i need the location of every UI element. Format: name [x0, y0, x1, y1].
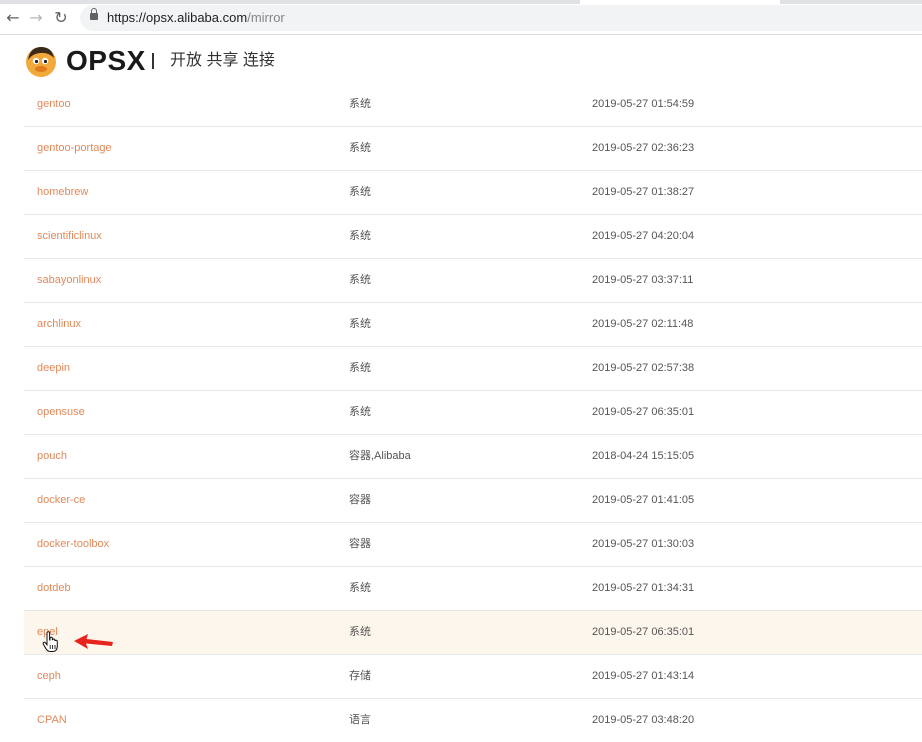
table-row-hovered: epel 系统 2019-05-27 06:35:01 [24, 611, 922, 655]
mirror-updated: 2019-05-27 01:43:14 [592, 670, 695, 682]
forward-arrow-icon[interactable]: → [27, 9, 45, 27]
mirror-type: 容器 [349, 494, 371, 506]
mirror-updated: 2019-05-27 01:34:31 [592, 582, 695, 594]
mirror-link[interactable]: CPAN [37, 699, 67, 742]
mirror-updated: 2019-05-27 01:38:27 [592, 186, 695, 198]
mirror-link[interactable]: opensuse [37, 391, 85, 434]
table-row: docker-ce 容器 2019-05-27 01:41:05 [24, 479, 922, 523]
mirror-updated: 2019-05-27 02:36:23 [592, 142, 695, 154]
mirror-updated: 2019-05-27 06:35:01 [592, 626, 695, 638]
address-bar[interactable]: https://opsx.alibaba.com/mirror [80, 5, 922, 31]
mirror-updated: 2019-05-27 01:30:03 [592, 538, 695, 550]
table-row: dotdeb 系统 2019-05-27 01:34:31 [24, 567, 922, 611]
mirror-updated: 2019-05-27 03:37:11 [592, 274, 694, 286]
table-row: gentoo-portage 系统 2019-05-27 02:36:23 [24, 127, 922, 171]
red-arrow-annotation-icon [74, 634, 113, 649]
logo-divider [152, 53, 154, 69]
mirror-link[interactable]: homebrew [37, 171, 88, 214]
mirror-updated: 2019-05-27 03:48:20 [592, 714, 695, 726]
table-row: deepin 系统 2019-05-27 02:57:38 [24, 347, 922, 391]
logo-text[interactable]: OPSX [66, 45, 146, 77]
table-row: ceph 存储 2019-05-27 01:43:14 [24, 655, 922, 699]
mirror-updated: 2019-05-27 06:35:01 [592, 406, 695, 418]
mirror-link[interactable]: gentoo-portage [37, 127, 112, 170]
mirror-type: 系统 [349, 98, 371, 110]
url-host: https://opsx.alibaba.com [107, 10, 248, 25]
browser-toolbar: ← → ↻ https://opsx.alibaba.com/mirror [0, 0, 922, 35]
mirror-updated: 2019-05-27 04:20:04 [592, 230, 695, 242]
table-row: opensuse 系统 2019-05-27 06:35:01 [24, 391, 922, 435]
mirror-type: 系统 [349, 626, 371, 638]
back-arrow-icon[interactable]: ← [4, 9, 22, 27]
mirror-type: 容器 [349, 538, 371, 550]
lock-icon [90, 8, 98, 20]
mirror-link[interactable]: archlinux [37, 303, 81, 346]
mirror-type: 系统 [349, 274, 371, 286]
url-path: /mirror [247, 10, 285, 25]
mirror-type: 系统 [349, 230, 371, 242]
mirror-updated: 2019-05-27 01:54:59 [592, 98, 695, 110]
hand-cursor-icon [42, 631, 58, 652]
mirror-link[interactable]: dotdeb [37, 567, 71, 610]
url-text[interactable]: https://opsx.alibaba.com/mirror [107, 10, 285, 25]
site-header: OPSX 开放 共享 连接 [0, 35, 922, 87]
mirror-updated: 2019-05-27 01:41:05 [592, 494, 695, 506]
table-row: archlinux 系统 2019-05-27 02:11:48 [24, 303, 922, 347]
mirror-link[interactable]: docker-ce [37, 479, 85, 522]
table-row: homebrew 系统 2019-05-27 01:38:27 [24, 171, 922, 215]
mirror-link[interactable]: pouch [37, 435, 67, 478]
table-row: pouch 容器,Alibaba 2018-04-24 15:15:05 [24, 435, 922, 479]
mirror-link[interactable]: scientificlinux [37, 215, 102, 258]
mirror-updated: 2018-04-24 15:15:05 [592, 450, 695, 462]
table-row: sabayonlinux 系统 2019-05-27 03:37:11 [24, 259, 922, 303]
active-tab[interactable] [580, 0, 780, 4]
mirror-link[interactable]: ceph [37, 655, 61, 698]
opsx-mascot-logo-icon[interactable] [24, 44, 58, 78]
table-row: gentoo 系统 2019-05-27 01:54:59 [24, 83, 922, 127]
reload-icon[interactable]: ↻ [52, 9, 70, 27]
tab-strip [0, 0, 922, 4]
mirror-type: 容器,Alibaba [349, 450, 411, 462]
mirror-link[interactable]: sabayonlinux [37, 259, 101, 302]
table-row: docker-toolbox 容器 2019-05-27 01:30:03 [24, 523, 922, 567]
mirror-updated: 2019-05-27 02:57:38 [592, 362, 695, 374]
mirror-type: 系统 [349, 318, 371, 330]
mirror-updated: 2019-05-27 02:11:48 [592, 318, 694, 330]
mirror-type: 系统 [349, 582, 371, 594]
mirror-type: 语言 [349, 714, 371, 726]
mirror-link[interactable]: docker-toolbox [37, 523, 109, 566]
mirror-type: 系统 [349, 406, 371, 418]
mirror-type: 系统 [349, 362, 371, 374]
table-row: CPAN 语言 2019-05-27 03:48:20 [24, 699, 922, 729]
mirror-link[interactable]: deepin [37, 347, 70, 390]
mirror-type: 存储 [349, 670, 371, 682]
slogan: 开放 共享 连接 [170, 52, 275, 69]
mirror-type: 系统 [349, 186, 371, 198]
mirror-link[interactable]: gentoo [37, 83, 71, 126]
mirror-list: gentoo 系统 2019-05-27 01:54:59 gentoo-por… [24, 83, 922, 729]
mirror-type: 系统 [349, 142, 371, 154]
table-row: scientificlinux 系统 2019-05-27 04:20:04 [24, 215, 922, 259]
